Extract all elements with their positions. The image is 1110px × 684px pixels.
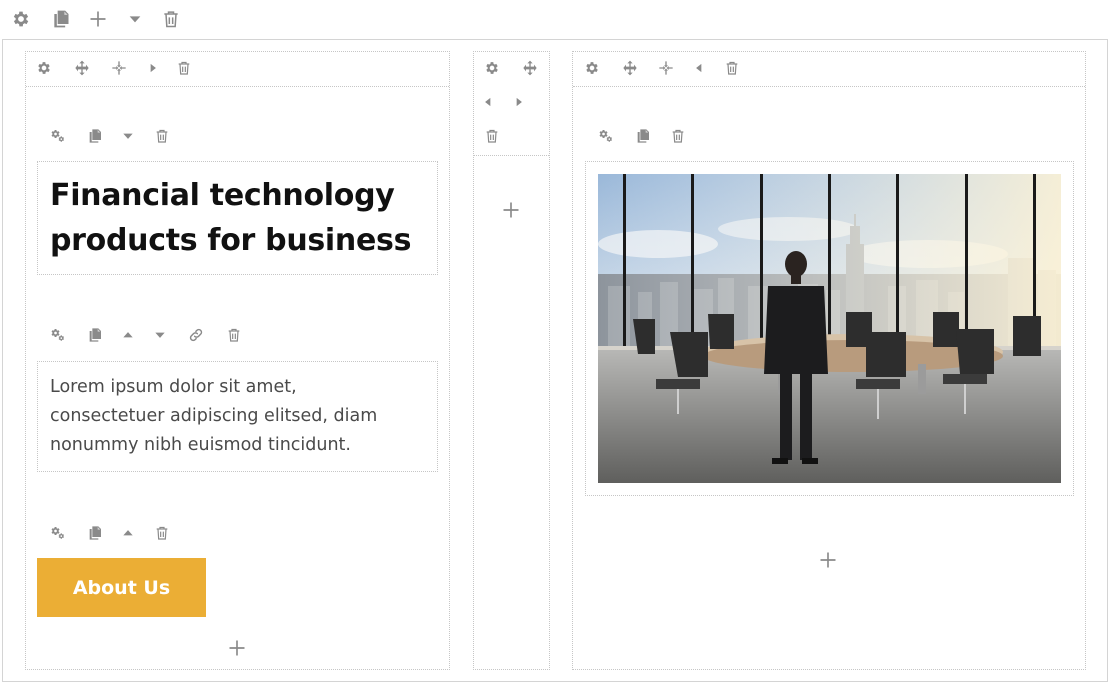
widget-move-up-icon[interactable] [117, 324, 139, 346]
add-widget-plus-icon[interactable] [226, 637, 248, 659]
column-move-left-icon[interactable] [688, 57, 710, 79]
move-down-icon[interactable] [124, 8, 146, 30]
widget-delete-icon[interactable] [223, 324, 245, 346]
widget-duplicate-icon[interactable] [84, 324, 106, 346]
column-move-icon[interactable] [519, 57, 541, 79]
column-resize-icon[interactable] [655, 57, 677, 79]
body-text-line-3: nonummy nibh euismod tincidunt. [50, 435, 351, 455]
page-heading-line-1: Financial technology [50, 178, 395, 213]
widget-move-up-icon[interactable] [117, 522, 139, 544]
about-us-button[interactable]: About Us [37, 558, 206, 617]
add-plus-icon[interactable] [87, 8, 109, 30]
widget-duplicate-icon[interactable] [84, 125, 106, 147]
page-heading: Financial technology products for busine… [50, 173, 435, 263]
widget-duplicate-icon[interactable] [632, 125, 654, 147]
column-move-icon[interactable] [619, 57, 641, 79]
column-settings-icon[interactable] [581, 57, 603, 79]
column-middle-toolbar-divider [474, 155, 549, 156]
widget-settings-icon[interactable] [47, 522, 69, 544]
body-text: Lorem ipsum dolor sit amet, consectetuer… [50, 373, 435, 460]
column-delete-icon[interactable] [721, 57, 743, 79]
column-right-toolbar-divider [573, 86, 1085, 87]
widget-duplicate-icon[interactable] [84, 522, 106, 544]
widget-move-down-icon[interactable] [117, 125, 139, 147]
add-widget-plus-icon[interactable] [500, 199, 522, 221]
column-move-right-icon[interactable] [142, 57, 164, 79]
column-move-icon[interactable] [71, 57, 93, 79]
widget-move-down-icon[interactable] [149, 324, 171, 346]
column-left-toolbar-divider [26, 86, 449, 87]
office-photo-image [598, 174, 1061, 483]
widget-settings-icon[interactable] [47, 324, 69, 346]
widget-delete-icon[interactable] [667, 125, 689, 147]
add-widget-plus-icon[interactable] [817, 549, 839, 571]
body-text-line-2: consectetuer adipiscing elitsed, diam [50, 406, 378, 426]
column-move-left-icon[interactable] [477, 91, 499, 113]
column-settings-icon[interactable] [481, 57, 503, 79]
settings-gear-icon[interactable] [10, 8, 32, 30]
column-settings-icon[interactable] [33, 57, 55, 79]
widget-settings-icon[interactable] [595, 125, 617, 147]
column-resize-icon[interactable] [108, 57, 130, 79]
column-move-right-icon[interactable] [508, 91, 530, 113]
widget-delete-icon[interactable] [151, 522, 173, 544]
delete-trash-icon[interactable] [160, 8, 182, 30]
duplicate-icon[interactable] [50, 8, 72, 30]
column-delete-icon[interactable] [481, 125, 503, 147]
widget-settings-icon[interactable] [47, 125, 69, 147]
widget-link-icon[interactable] [185, 324, 207, 346]
body-text-line-1: Lorem ipsum dolor sit amet, [50, 377, 297, 397]
widget-delete-icon[interactable] [151, 125, 173, 147]
column-delete-icon[interactable] [173, 57, 195, 79]
page-heading-line-2: products for business [50, 223, 412, 258]
